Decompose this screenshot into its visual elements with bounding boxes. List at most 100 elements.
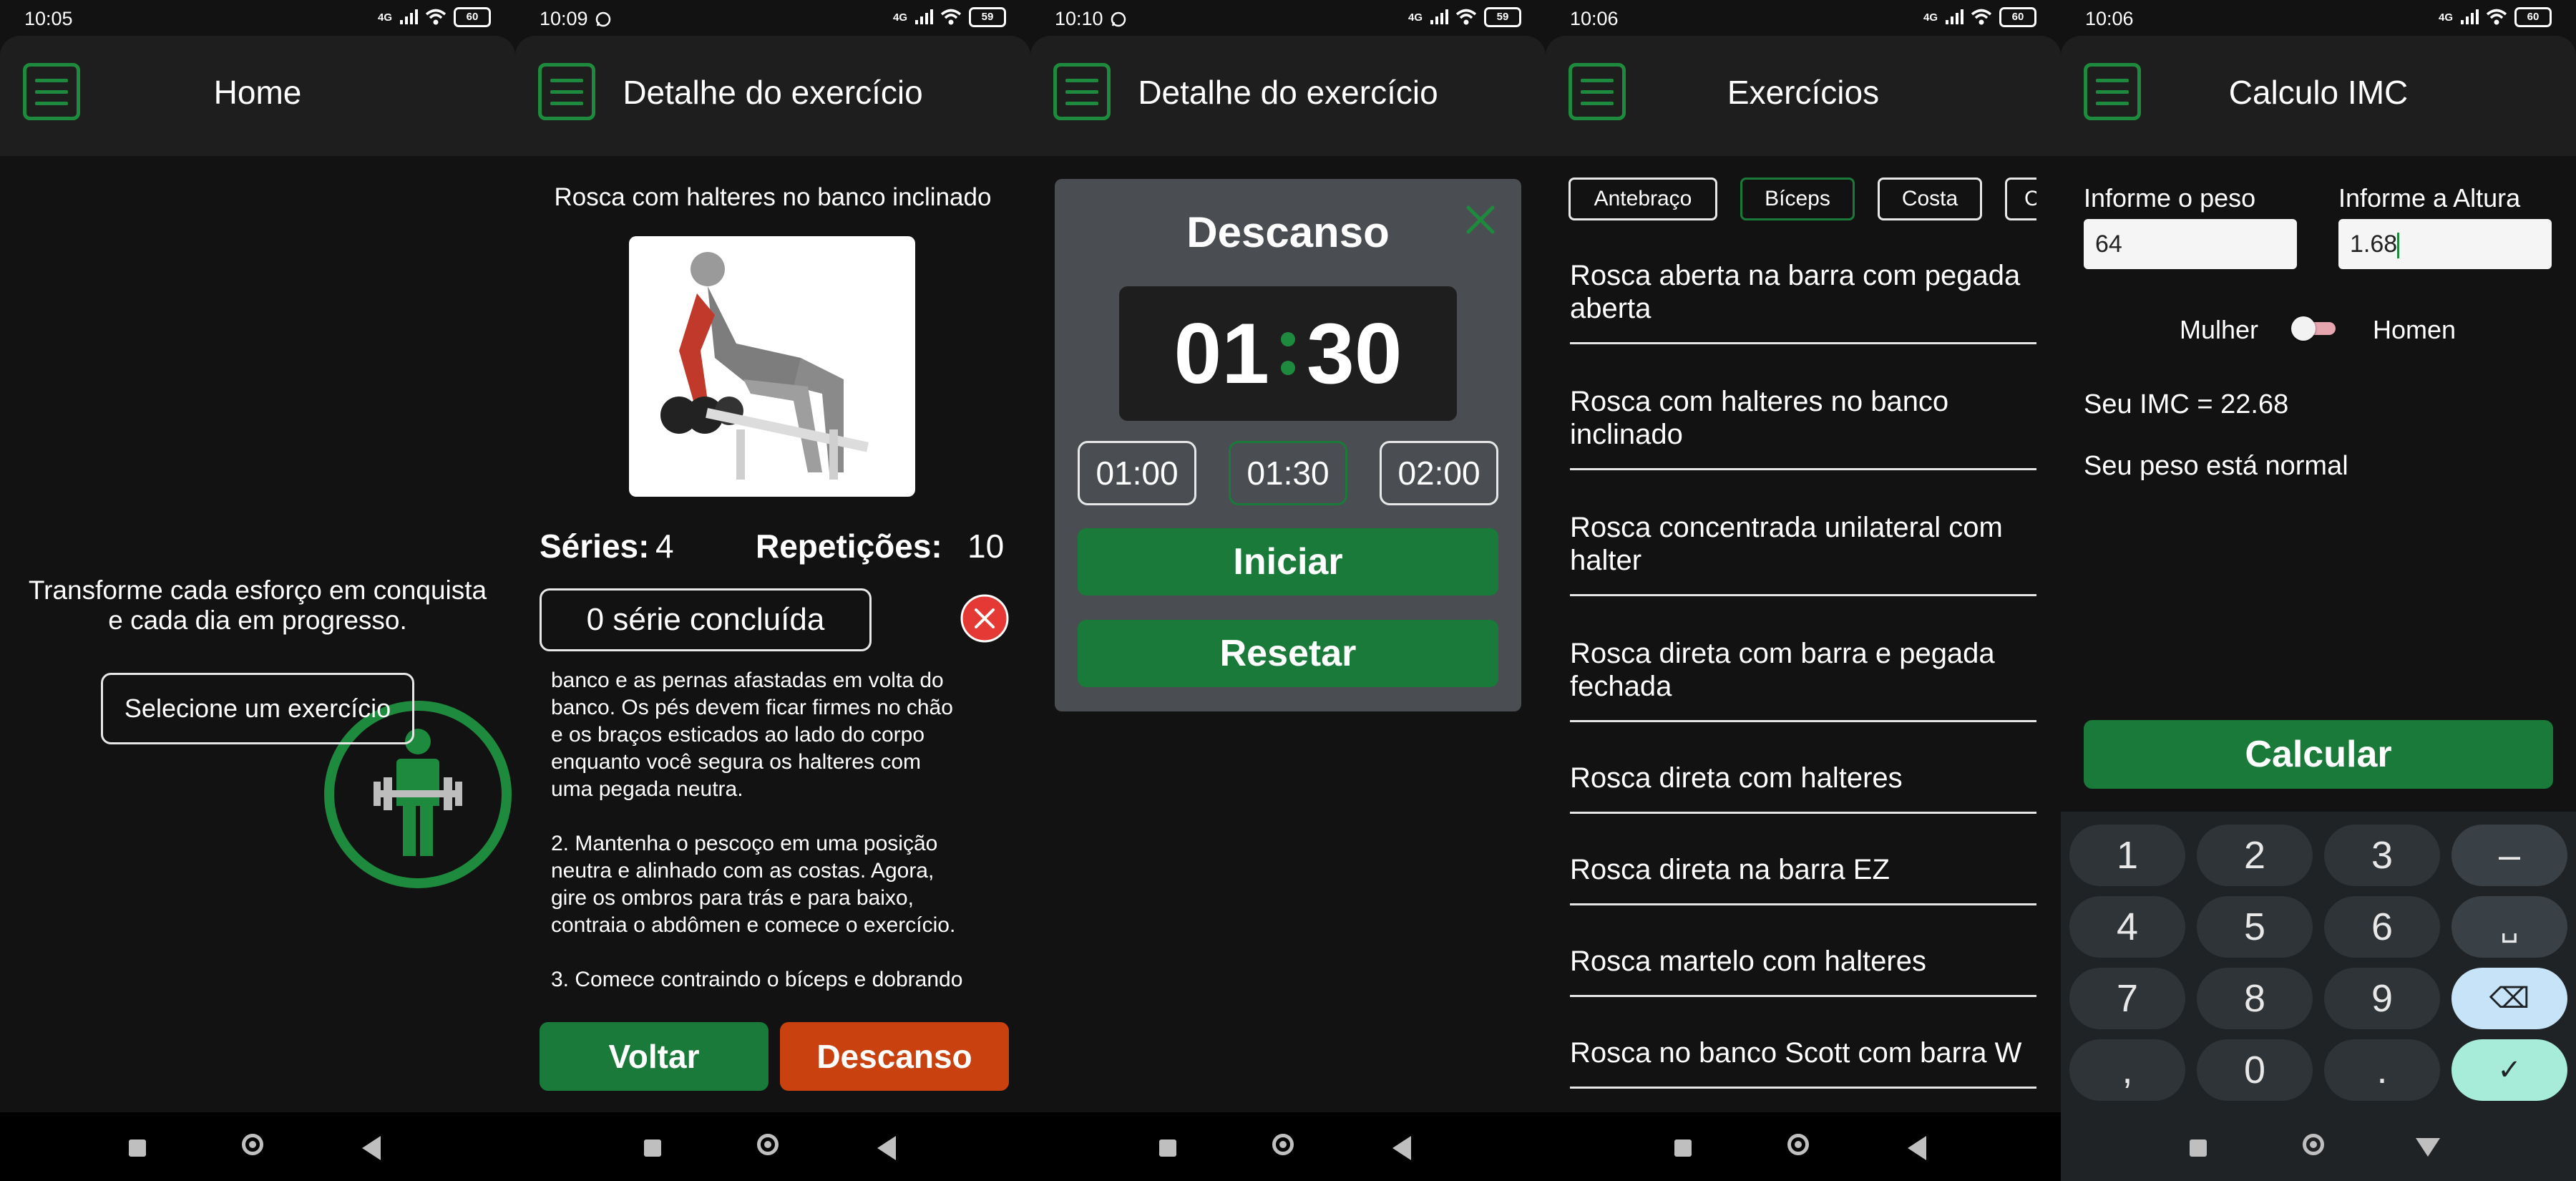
series-label: Séries: <box>540 528 650 565</box>
preset-3-button[interactable]: 02:00 <box>1380 441 1498 505</box>
series-completed-button[interactable]: 0 série concluída <box>540 588 872 651</box>
system-nav-bar <box>1546 1112 2061 1181</box>
instruction-line: contraia o abdômen e comece o exercício. <box>551 913 956 937</box>
list-item-text: Rosca no banco Scott com barra W <box>1570 1037 2022 1069</box>
back-icon[interactable] <box>362 1136 381 1160</box>
status-time: 10:05 <box>24 8 73 29</box>
list-item[interactable]: Rosca com halteres no banco inclinado <box>1570 385 2036 470</box>
signal-icon <box>915 9 933 24</box>
home-nav-icon[interactable] <box>2303 1134 2324 1155</box>
chip-biceps[interactable]: Bíceps <box>1740 178 1855 220</box>
series-value: 4 <box>655 528 674 565</box>
key-1[interactable]: 1 <box>2069 825 2185 886</box>
calculate-button[interactable]: Calcular <box>2084 720 2553 789</box>
home-nav-icon[interactable] <box>1787 1134 1809 1155</box>
weight-label: Informe o peso <box>2084 183 2256 213</box>
key-2[interactable]: 2 <box>2197 825 2313 886</box>
instruction-line: enquanto você segura os halteres com <box>551 750 921 774</box>
height-input[interactable]: 1.68 <box>2338 219 2552 269</box>
back-icon[interactable] <box>1908 1136 1926 1160</box>
close-circle-icon[interactable] <box>959 593 1010 644</box>
battery-icon: 59 <box>969 7 1006 27</box>
key-done-icon[interactable]: ✓ <box>2451 1039 2567 1101</box>
gender-switch[interactable] <box>2291 315 2336 341</box>
page-title: Home <box>213 74 302 111</box>
app-bar: Home <box>0 36 515 156</box>
filter-chips: Antebraço Bíceps Costa C <box>1546 0 2036 236</box>
list-item[interactable]: Rosca aberta na barra com pegada aberta <box>1570 259 2036 344</box>
network-type: 4G <box>377 11 392 24</box>
whatsapp-icon <box>1111 11 1126 26</box>
key-8[interactable]: 8 <box>2197 968 2313 1029</box>
height-input-value: 1.68 <box>2350 230 2398 258</box>
list-item[interactable]: Rosca martelo com halteres <box>1570 945 2036 997</box>
timer-minutes: 01 <box>1174 306 1269 402</box>
key-5[interactable]: 5 <box>2197 896 2313 958</box>
status-bar: 10:06 4G 60 <box>2061 0 2576 36</box>
hide-keyboard-icon[interactable] <box>2416 1138 2440 1157</box>
list-item[interactable]: Rosca concentrada unilateral com halter <box>1570 511 2036 596</box>
preset-2-button[interactable]: 01:30 <box>1229 441 1347 505</box>
recents-icon[interactable] <box>1159 1139 1176 1157</box>
key-9[interactable]: 9 <box>2324 968 2440 1029</box>
list-item[interactable]: Rosca direta com halteres <box>1570 762 2036 814</box>
key-comma[interactable]: , <box>2069 1039 2185 1101</box>
list-item-text: Rosca aberta na barra com pegada <box>1570 260 2021 291</box>
timer-display: 01 30 <box>1119 286 1457 421</box>
chip-costa[interactable]: Costa <box>1878 178 1982 220</box>
reset-button[interactable]: Resetar <box>1078 620 1498 687</box>
bmi-result: Seu IMC = 22.68 <box>2084 389 2289 419</box>
key-backspace-icon[interactable]: ⌫ <box>2451 968 2567 1029</box>
instruction-line: gire os ombros para trás e para baixo, <box>551 886 914 910</box>
key-4[interactable]: 4 <box>2069 896 2185 958</box>
key-0[interactable]: 0 <box>2197 1039 2313 1101</box>
key-3[interactable]: 3 <box>2324 825 2440 886</box>
select-exercise-button[interactable]: Selecione um exercício <box>101 673 414 744</box>
network-type: 4G <box>1407 11 1423 24</box>
app-bar: Detalhe do exercício <box>1030 36 1546 156</box>
close-icon[interactable] <box>1463 202 1498 238</box>
recents-icon[interactable] <box>2190 1139 2207 1157</box>
key-7[interactable]: 7 <box>2069 968 2185 1029</box>
signal-icon <box>2461 9 2479 24</box>
recents-icon[interactable] <box>644 1139 661 1157</box>
list-item[interactable]: Rosca direta na barra EZ <box>1570 853 2036 905</box>
app-bar: Detalhe do exercício <box>515 36 1030 156</box>
instruction-line: e os braços esticados ao lado do corpo <box>551 723 924 747</box>
chip-partial[interactable]: C <box>2005 178 2036 220</box>
battery-icon: 59 <box>1484 7 1521 27</box>
list-item-text: Rosca direta com halteres <box>1570 762 1903 794</box>
list-item-text: halter <box>1570 545 1642 576</box>
list-item[interactable]: Rosca no banco Scott com barra W <box>1570 1036 2036 1089</box>
screens-row: 10:05 4G 60 Home Transforme cada esforço… <box>0 0 2576 1181</box>
list-item[interactable]: Rosca direta com barra e pegada fechada <box>1570 637 2036 722</box>
rest-button[interactable]: Descanso <box>780 1022 1009 1091</box>
key-minus[interactable]: – <box>2451 825 2567 886</box>
back-icon[interactable] <box>1392 1136 1411 1160</box>
rest-dialog: Descanso 01 30 01:00 01:30 02:00 Iniciar… <box>1055 179 1521 711</box>
instruction-line: neutra e alinhado com as costas. Agora, <box>551 859 935 883</box>
weight-input[interactable]: 64 <box>2084 219 2297 269</box>
preset-1-button[interactable]: 01:00 <box>1078 441 1196 505</box>
chip-antebraco[interactable]: Antebraço <box>1568 178 1717 220</box>
home-nav-icon[interactable] <box>242 1134 263 1155</box>
recents-icon[interactable] <box>1674 1139 1692 1157</box>
wifi-icon <box>2486 9 2507 25</box>
back-button[interactable]: Voltar <box>540 1022 769 1091</box>
home-nav-icon[interactable] <box>757 1134 779 1155</box>
start-button[interactable]: Iniciar <box>1078 528 1498 596</box>
instruction-line: 2. Mantenha o pescoço em uma posição <box>551 832 938 855</box>
system-nav-bar <box>0 1112 515 1181</box>
dialog-title: Descanso <box>1186 208 1390 256</box>
list-item-text: Rosca direta na barra EZ <box>1570 854 1890 885</box>
recents-icon[interactable] <box>129 1139 146 1157</box>
key-period[interactable]: . <box>2324 1039 2440 1101</box>
page-title: Calculo IMC <box>2228 74 2409 111</box>
key-space-icon[interactable]: ␣ <box>2451 896 2567 958</box>
key-6[interactable]: 6 <box>2324 896 2440 958</box>
home-nav-icon[interactable] <box>1272 1134 1294 1155</box>
status-time: 10:06 <box>2085 8 2134 29</box>
signal-icon <box>400 9 418 24</box>
back-icon[interactable] <box>877 1136 896 1160</box>
instructions-text[interactable]: banco e as pernas afastadas em volta do … <box>551 667 1009 1001</box>
